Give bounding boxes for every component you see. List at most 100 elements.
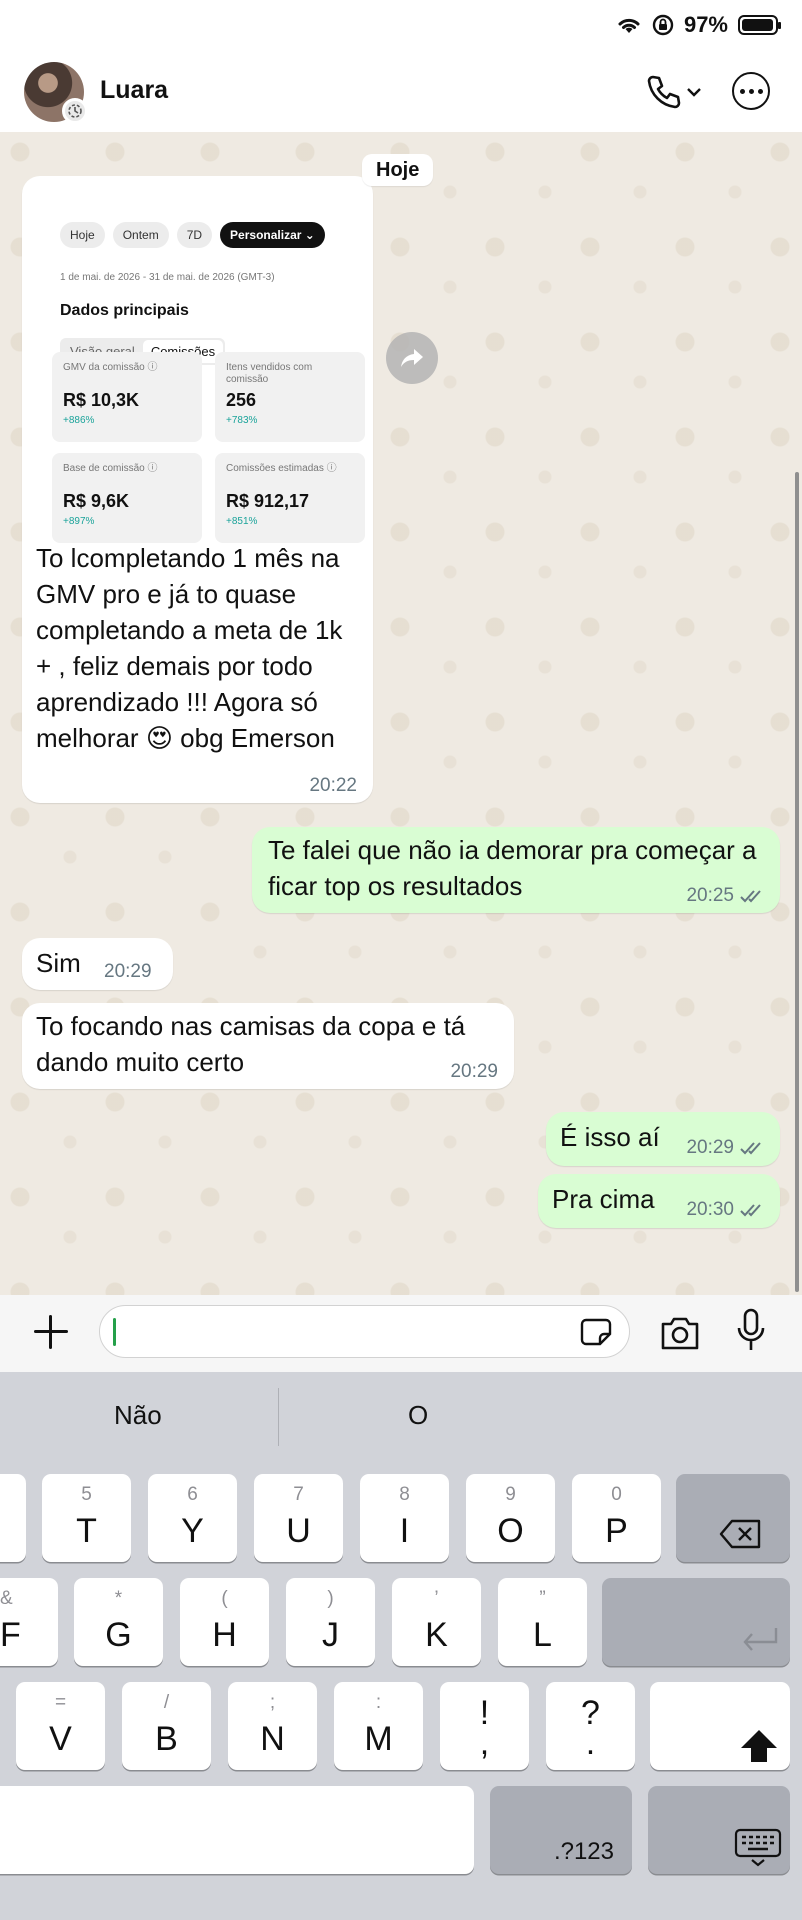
metric-card: GMV da comissão ⓘ R$ 10,3K +886%	[52, 352, 202, 442]
chevron-down-icon	[687, 88, 701, 97]
metric-card: Base de comissão ⓘ R$ 9,6K +897%	[52, 453, 202, 543]
message-text: É isso aí	[560, 1122, 660, 1152]
outgoing-message[interactable]: Te falei que não ia demorar pra começar …	[252, 827, 780, 913]
key-alt-char: )	[327, 1588, 334, 1609]
scrollbar[interactable]	[795, 472, 799, 1292]
key-alt-char: 9	[505, 1484, 516, 1505]
key-char: L	[533, 1616, 552, 1654]
keyboard-key[interactable]: ’ K	[392, 1578, 481, 1666]
chip-7d: 7D	[176, 222, 213, 248]
orientation-lock-icon	[652, 14, 674, 36]
key-char: I	[399, 1512, 410, 1550]
keyboard-key[interactable]: ” L	[498, 1578, 587, 1666]
dismiss-keyboard-key[interactable]	[648, 1786, 790, 1874]
suggestion-item[interactable]: O	[408, 1400, 428, 1431]
key-char: F	[0, 1616, 21, 1654]
incoming-message[interactable]: Sim 20:29	[22, 938, 173, 990]
key-char: Y	[181, 1512, 204, 1550]
keyboard-key[interactable]: / B	[122, 1682, 211, 1770]
key-alt-char: ”	[539, 1588, 546, 1609]
camera-icon[interactable]	[659, 1313, 701, 1353]
keyboard-key[interactable]: 7U	[254, 1474, 343, 1562]
keyboard-key[interactable]: (H	[180, 1578, 269, 1666]
keyboard-key[interactable]: 8I	[360, 1474, 449, 1562]
key-char: P	[605, 1512, 628, 1550]
keyboard-key[interactable]: 9O	[466, 1474, 555, 1562]
more-options-button[interactable]	[732, 72, 770, 110]
suggestion-divider	[278, 1388, 279, 1446]
keyboard-key-partial[interactable]	[0, 1474, 26, 1562]
keyboard-key[interactable]: * G	[74, 1578, 163, 1666]
metric-label: Comissões estimadas ⓘ	[226, 463, 337, 474]
keyboard-key[interactable]: = V	[16, 1682, 105, 1770]
call-button[interactable]	[644, 70, 706, 114]
keyboard-key[interactable]: 0P	[572, 1474, 661, 1562]
numbers-key[interactable]: .?123	[490, 1786, 632, 1874]
key-alt-char: 7	[293, 1484, 304, 1505]
return-key[interactable]	[602, 1578, 790, 1666]
sticker-icon[interactable]	[580, 1318, 612, 1346]
message-time: 20:29	[686, 1137, 734, 1158]
key-alt-char: ;	[269, 1692, 276, 1713]
key-char: G	[105, 1616, 132, 1654]
microphone-icon[interactable]	[735, 1308, 767, 1354]
keyboard-key[interactable]: ; N	[228, 1682, 317, 1770]
backspace-key[interactable]	[676, 1474, 790, 1562]
metric-label: Base de comissão ⓘ	[63, 463, 158, 474]
date-separator: Hoje	[362, 154, 434, 186]
on-screen-keyboard: Não O 5T 6Y 7U 8I 9O 0P & F * G (H ) J ’ K ”…	[0, 1372, 802, 1920]
key-char: J	[322, 1616, 339, 1654]
metric-card: Comissões estimadas ⓘ R$ 912,17 +851%	[215, 453, 365, 543]
key-alt-char: 8	[399, 1484, 410, 1505]
shift-key[interactable]	[650, 1682, 790, 1770]
incoming-image-message[interactable]: Hoje Ontem 7D Personalizar ⌄ 1 de mai. d…	[22, 176, 373, 803]
chat-area[interactable]: Hoje Ontem 7D Personalizar ⌄ 1 de mai. d…	[0, 132, 802, 1295]
key-char: M	[364, 1720, 393, 1758]
outgoing-message[interactable]: Pra cima 20:30	[538, 1174, 780, 1228]
key-alt-char: &	[0, 1588, 13, 1609]
metric-label: Itens vendidos com comissão	[226, 362, 313, 385]
metric-change: +897%	[63, 516, 95, 527]
key-char: .?123	[553, 1838, 614, 1865]
keyboard-key[interactable]: 6Y	[148, 1474, 237, 1562]
keyboard-key[interactable]: & F	[0, 1578, 58, 1666]
wifi-icon	[618, 18, 640, 33]
contact-name[interactable]: Luara	[100, 76, 168, 105]
forward-button[interactable]	[386, 332, 438, 384]
status-icons: 97%	[616, 12, 781, 38]
keyboard-key[interactable]: :M	[334, 1682, 423, 1770]
keyboard-icon	[734, 1828, 782, 1867]
metric-value: R$ 10,3K	[63, 390, 140, 410]
outgoing-message[interactable]: É isso aí 20:29	[546, 1112, 780, 1166]
status-ring-icon	[62, 98, 88, 124]
message-text: Pra cima	[552, 1184, 655, 1214]
shared-screenshot-image[interactable]: Hoje Ontem 7D Personalizar ⌄ 1 de mai. d…	[36, 190, 365, 543]
suggestion-item[interactable]: Não	[114, 1400, 162, 1431]
metric-value: R$ 9,6K	[63, 491, 130, 511]
key-char: H	[212, 1616, 237, 1654]
message-text: To lcompletando 1 mês na GMV pro e já to…	[36, 543, 343, 753]
space-key[interactable]	[0, 1786, 474, 1874]
attach-plus-icon[interactable]	[32, 1313, 70, 1351]
keyboard-key[interactable]: !,	[440, 1682, 529, 1770]
message-input[interactable]	[99, 1305, 630, 1358]
battery-icon	[738, 15, 781, 35]
key-char: B	[155, 1720, 178, 1758]
chat-header: Luara	[0, 52, 802, 132]
keyboard-key[interactable]: 5T	[42, 1474, 131, 1562]
status-bar: 97%	[0, 0, 802, 52]
shift-arrow-icon	[741, 1730, 777, 1762]
key-alt-char: *	[114, 1588, 123, 1609]
keyboard-key[interactable]: ) J	[286, 1578, 375, 1666]
message-time: 20:30	[686, 1199, 734, 1220]
metric-value: R$ 912,17	[226, 491, 310, 511]
key-alt-char: /	[163, 1692, 170, 1713]
message-time: 20:22	[309, 775, 357, 796]
message-text: Sim	[36, 948, 81, 978]
key-alt-char: (	[221, 1588, 228, 1609]
backspace-icon	[719, 1519, 761, 1549]
metric-label: GMV da comissão ⓘ	[63, 362, 158, 373]
key-alt-char: :	[375, 1692, 382, 1713]
keyboard-key[interactable]: ?.	[546, 1682, 635, 1770]
incoming-message[interactable]: To focando nas camisas da copa e tá dand…	[22, 1003, 514, 1089]
